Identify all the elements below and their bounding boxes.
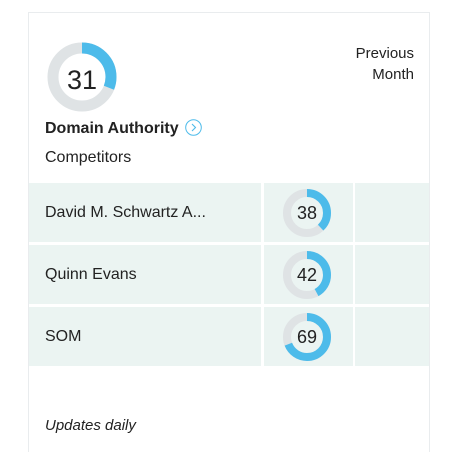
- competitor-name: SOM: [45, 328, 82, 345]
- competitor-score-gauge: 69: [277, 312, 337, 362]
- column-divider: [353, 183, 355, 242]
- column-divider: [261, 307, 264, 366]
- competitor-score-gauge: 38: [277, 188, 337, 238]
- updates-daily-note: Updates daily: [45, 417, 136, 434]
- previous-month-header: Previous Month: [355, 45, 414, 83]
- domain-authority-title: Domain Authority: [45, 118, 202, 138]
- competitors-label: Competitors: [45, 149, 132, 166]
- competitor-score-gauge: 42: [277, 250, 337, 300]
- column-divider: [261, 245, 264, 304]
- domain-authority-title-text: Domain Authority: [45, 120, 179, 137]
- competitor-row[interactable]: Quinn Evans 42: [29, 245, 429, 307]
- competitor-name: David M. Schwartz A...: [45, 204, 206, 221]
- column-divider: [353, 245, 355, 304]
- column-divider: [353, 307, 355, 366]
- competitor-score: 38: [296, 202, 318, 223]
- circle-chevron-right-icon[interactable]: [184, 118, 202, 136]
- competitor-score: 42: [296, 264, 318, 285]
- competitor-score: 69: [296, 326, 318, 347]
- domain-authority-gauge: 31: [45, 40, 119, 114]
- competitors-table: David M. Schwartz A... 38 Quinn Evans 42: [29, 183, 429, 369]
- competitor-name: Quinn Evans: [45, 266, 137, 283]
- competitor-row[interactable]: David M. Schwartz A... 38: [29, 183, 429, 245]
- domain-authority-card: 31 Previous Month Domain Authority Compe…: [28, 12, 430, 452]
- domain-authority-score: 31: [66, 64, 98, 95]
- competitor-row[interactable]: SOM 69: [29, 307, 429, 369]
- column-divider: [261, 183, 264, 242]
